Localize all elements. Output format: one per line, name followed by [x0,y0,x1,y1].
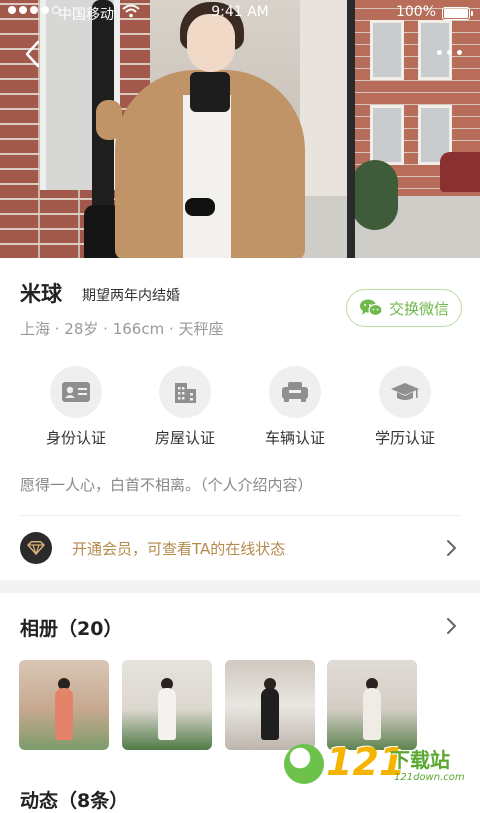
cert-identity[interactable]: 身份认证 [21,366,131,448]
person-collar [190,72,230,112]
chevron-right-icon[interactable] [446,617,458,635]
album-title[interactable]: 相册（20） [20,614,122,641]
certification-list: 身份认证 房屋认证 车辆认证 学历认证 [0,366,480,456]
graduation-cap-icon [391,383,419,400]
battery-icon [442,7,473,20]
bush [352,160,398,230]
window [370,20,404,80]
album-photo[interactable] [122,660,212,750]
section-separator [0,580,480,593]
window [370,105,404,165]
back-arrow-icon[interactable] [22,40,46,68]
building-icon [175,383,196,403]
person-arm [96,100,122,140]
cert-label: 房屋认证 [154,429,215,447]
user-basic-info: 上海 · 28岁 · 166cm · 天秤座 [20,320,224,338]
exchange-wechat-button[interactable]: 交换微信 [346,289,462,327]
vip-promo-row[interactable]: 开通会员，可查看TA的在线状态 [0,516,480,580]
album-photo[interactable] [327,660,417,750]
watermark-name: 下载站 [390,748,450,772]
battery-percent: 100% [395,4,436,20]
cert-label: 学历认证 [374,429,435,447]
chevron-right-icon [447,540,456,556]
id-card-icon [62,382,90,402]
marriage-intent: 期望两年内结婚 [82,288,180,304]
lamp-post [347,0,355,258]
car-icon [282,382,308,402]
status-bar: 中国移动 9:41 AM 100% [0,0,480,26]
cert-label: 身份认证 [45,429,106,447]
cert-vehicle[interactable]: 车辆认证 [240,366,350,448]
exchange-wechat-label: 交换微信 [388,299,449,318]
wechat-icon [359,299,383,317]
album-photo[interactable] [19,660,109,750]
person-shirt [183,95,231,258]
cert-house[interactable]: 房屋认证 [130,366,240,448]
cert-label: 车辆认证 [264,429,325,447]
more-options-icon[interactable] [437,50,462,55]
watermark-url: 121down.com [394,772,465,783]
vip-promo-text: 开通会员，可查看TA的在线状态 [72,540,286,558]
profile-cover-photo[interactable] [0,0,480,258]
personal-bio: 愿得一人心，白首不相离。（个人介绍内容） [20,476,313,494]
cert-education[interactable]: 学历认证 [350,366,460,448]
site-watermark: 121 下载站 121down.com [282,740,478,794]
user-name: 米球 [20,282,62,306]
person-belt [185,198,215,216]
watermark-logo-icon [284,744,324,784]
album-photo[interactable] [225,660,315,750]
diamond-icon [20,532,52,564]
car [440,152,480,192]
album-photo-strip [19,660,479,750]
